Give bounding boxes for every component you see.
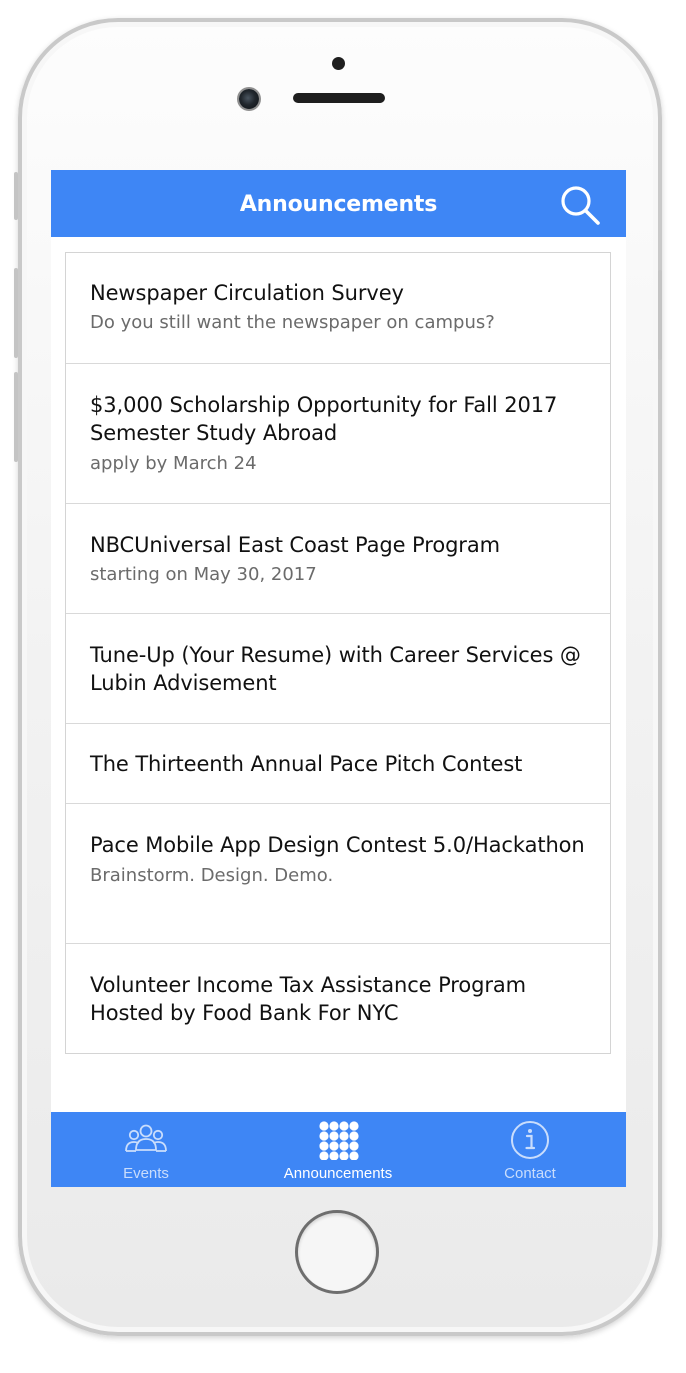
proximity-sensor	[332, 57, 345, 70]
front-camera	[239, 89, 259, 109]
announcement-subtitle: Do you still want the newspaper on campu…	[90, 312, 495, 333]
nav-header: Announcements	[51, 170, 626, 237]
announcement-subtitle: starting on May 30, 2017	[90, 564, 317, 585]
announcement-subtitle: Brainstorm. Design. Demo.	[90, 865, 334, 886]
tab-bar: Events Announcements Contact	[51, 1112, 626, 1187]
tab-label: Contact	[504, 1165, 556, 1182]
tab-label: Events	[123, 1165, 169, 1182]
volume-down-button	[14, 372, 18, 462]
announcement-item[interactable]: Tune-Up (Your Resume) with Career Servic…	[66, 614, 610, 724]
people-icon	[125, 1124, 167, 1152]
announcement-title: The Thirteenth Annual Pace Pitch Contest	[90, 752, 523, 776]
tab-contact[interactable]: Contact	[435, 1112, 625, 1187]
announcement-list: Newspaper Circulation Survey Do you stil…	[65, 252, 611, 1054]
announcement-title: Pace Mobile App Design Contest 5.0/Hacka…	[90, 833, 585, 857]
announcement-item[interactable]: Volunteer Income Tax Assistance Program …	[66, 944, 610, 1053]
announcement-title: Newspaper Circulation Survey	[90, 281, 404, 305]
announcement-item[interactable]: $3,000 Scholarship Opportunity for Fall …	[66, 364, 610, 504]
announcement-title: Tune-Up (Your Resume) with Career Servic…	[90, 643, 581, 695]
announcement-title: Volunteer Income Tax Assistance Program …	[90, 973, 526, 1025]
app-screen: Announcements Newspaper Circulation Surv…	[51, 170, 626, 1187]
tab-announcements[interactable]: Announcements	[243, 1112, 433, 1187]
announcement-item[interactable]: Newspaper Circulation Survey Do you stil…	[66, 253, 610, 364]
home-button[interactable]	[295, 1210, 379, 1294]
announcement-subtitle: apply by March 24	[90, 453, 257, 474]
grid-icon	[319, 1121, 359, 1160]
announcement-title: NBCUniversal East Coast Page Program	[90, 533, 500, 557]
page-title: Announcements	[239, 192, 438, 217]
announcement-item[interactable]: The Thirteenth Annual Pace Pitch Contest	[66, 724, 610, 804]
earpiece-speaker	[293, 93, 385, 103]
mute-switch	[14, 172, 18, 220]
tab-label: Announcements	[283, 1165, 393, 1182]
announcement-item[interactable]: Pace Mobile App Design Contest 5.0/Hacka…	[66, 804, 610, 944]
tab-events[interactable]: Events	[51, 1112, 241, 1187]
volume-up-button	[14, 268, 18, 358]
info-icon	[511, 1121, 549, 1159]
power-button	[658, 270, 662, 360]
announcement-title: $3,000 Scholarship Opportunity for Fall …	[90, 393, 558, 445]
announcement-item[interactable]: NBCUniversal East Coast Page Program sta…	[66, 504, 610, 614]
search-icon	[561, 186, 600, 225]
search-button[interactable]	[559, 184, 603, 226]
